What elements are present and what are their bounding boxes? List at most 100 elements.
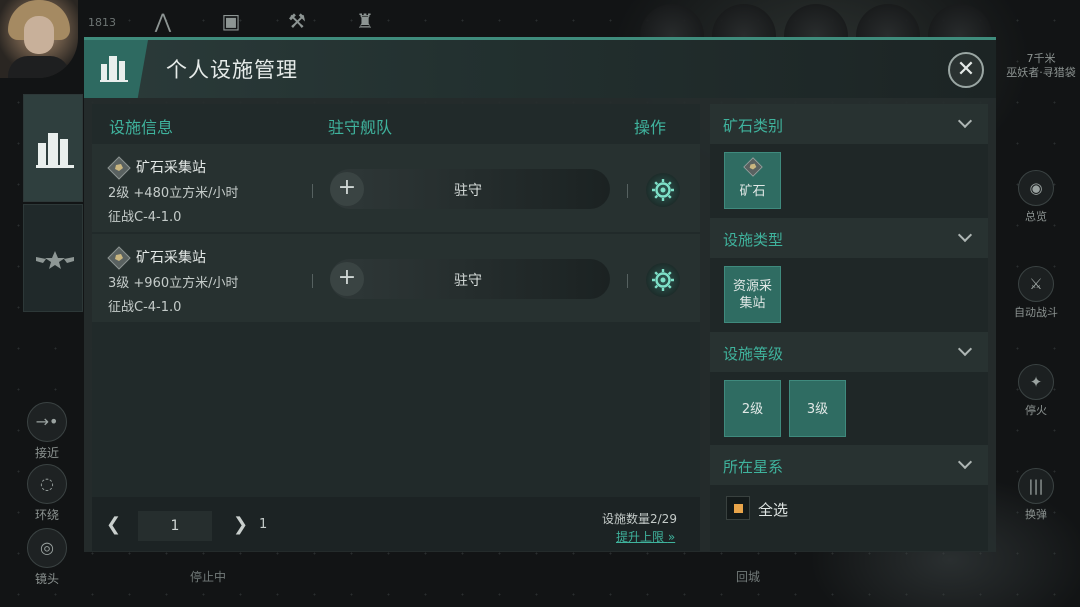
garrison-slot[interactable]: + 驻守 (330, 259, 610, 299)
page-input[interactable]: 1 (138, 511, 212, 541)
prev-page-button[interactable]: ❮ (106, 514, 121, 535)
ammo-icon: ||| (1018, 468, 1054, 504)
ore-icon (107, 246, 131, 270)
page-title: 个人设施管理 (166, 58, 298, 82)
select-all-label: 全选 (758, 501, 789, 519)
facility-count: 设施数量2/29 (602, 512, 677, 526)
building-icon (36, 133, 74, 168)
next-page-button[interactable]: ❯ (233, 514, 248, 535)
orbit-button[interactable]: ◌ 环绕 (23, 464, 71, 523)
stop-status: 停止中 (190, 570, 227, 584)
filter-chip-ore[interactable]: 矿石 (724, 152, 781, 209)
approach-icon: →• (27, 402, 67, 442)
rank-wings-icon (36, 251, 74, 269)
filter-title: 设施等级 (723, 345, 784, 363)
column-action: 操作 (634, 118, 667, 137)
facility-name: 矿石采集站 (136, 250, 206, 266)
orbit-icon: ◌ (27, 464, 67, 504)
target-info[interactable]: 7千米 巫妖者·寻猎袋 (1004, 52, 1078, 80)
raise-limit-link[interactable]: 提升上限 » (616, 528, 675, 545)
overview-button[interactable]: ◉ 总览 (1012, 170, 1060, 224)
dialog-header: 个人设施管理 (84, 40, 996, 98)
target-name: 巫妖者·寻猎袋 (1006, 66, 1076, 79)
reload-button[interactable]: ||| 换弹 (1012, 468, 1060, 522)
settings-button[interactable] (646, 173, 680, 207)
distance-readout: 7千米 (1026, 52, 1056, 65)
divider (312, 184, 313, 198)
plus-icon: + (337, 265, 357, 290)
double-chevron-icon: » (667, 530, 676, 544)
factory-icon[interactable]: ♜ (350, 6, 380, 36)
filter-title: 矿石类别 (723, 117, 784, 135)
column-garrison: 驻守舰队 (328, 118, 393, 137)
ceasefire-button[interactable]: ✦ 停火 (1012, 364, 1060, 418)
column-info: 设施信息 (109, 118, 174, 137)
return-button[interactable]: 回城 (736, 568, 760, 585)
camera-button[interactable]: ◎ 镜头 (23, 528, 71, 587)
chip-label: 资源采集站 (732, 279, 772, 311)
facility-location: 征战C-4-1.0 (108, 300, 182, 315)
ore-icon (743, 157, 763, 177)
camera-icon: ◎ (27, 528, 67, 568)
chevron-down-icon (957, 227, 973, 243)
filter-star-system-header[interactable]: 所在星系 (710, 445, 988, 485)
chip-label: 2级 (741, 402, 764, 417)
crossed-swords-icon: ⚔ (1018, 266, 1054, 302)
fleet-icon[interactable]: ⋀ (148, 6, 178, 36)
divider (312, 274, 313, 288)
table-row[interactable]: 矿石采集站 3级 +960立方米/小时 征战C-4-1.0 + 驻守 (92, 234, 700, 322)
base-icon[interactable]: ▣ (216, 6, 246, 36)
pagination: ❮ 1 ❯ 1 设施数量2/29 提升上限 » (92, 497, 700, 551)
table-row[interactable]: 矿石采集站 2级 +480立方米/小时 征战C-4-1.0 + 驻守 (92, 144, 700, 232)
facility-level-output: 2级 +480立方米/小时 (108, 186, 239, 201)
building-icon (100, 56, 128, 82)
filter-chip-level-3[interactable]: 3级 (789, 380, 846, 437)
raise-limit-label: 提升上限 (616, 530, 665, 544)
close-icon: ✕ (956, 57, 976, 82)
chevron-down-icon (957, 113, 973, 129)
filter-ore-type-header[interactable]: 矿石类别 (710, 104, 988, 144)
header-icon-box (84, 40, 148, 98)
overview-label: 总览 (1025, 210, 1047, 223)
top-time: 1813 (88, 16, 116, 29)
auto-battle-button[interactable]: ⚔ 自动战斗 (1012, 266, 1060, 320)
checkbox-indicator (734, 504, 743, 513)
add-fleet-button[interactable]: + (330, 172, 364, 206)
filter-chip-level-2[interactable]: 2级 (724, 380, 781, 437)
gear-icon (652, 269, 674, 291)
divider (627, 274, 628, 288)
player-avatar[interactable] (0, 0, 78, 78)
settings-button[interactable] (646, 263, 680, 297)
chip-label: 3级 (806, 402, 829, 417)
garrison-label: 驻守 (454, 273, 482, 289)
ore-icon (107, 156, 131, 180)
page-total: 1 (259, 517, 268, 532)
close-button[interactable]: ✕ (948, 52, 984, 88)
chevron-down-icon (957, 454, 973, 470)
orbit-label: 环绕 (34, 508, 59, 522)
tab-rank[interactable] (23, 204, 83, 312)
filter-title: 所在星系 (723, 458, 784, 476)
auto-battle-label: 自动战斗 (1014, 306, 1058, 319)
hammer-icon[interactable]: ⚒ (282, 6, 312, 36)
filter-facility-type-header[interactable]: 设施类型 (710, 218, 988, 258)
facility-level-output: 3级 +960立方米/小时 (108, 276, 239, 291)
facility-location: 征战C-4-1.0 (108, 210, 182, 225)
eye-icon: ◉ (1018, 170, 1054, 206)
reload-label: 换弹 (1025, 508, 1047, 521)
facility-name: 矿石采集站 (136, 160, 206, 176)
garrison-slot[interactable]: + 驻守 (330, 169, 610, 209)
gear-icon (652, 179, 674, 201)
chevron-down-icon (957, 341, 973, 357)
filter-chip-resource-station[interactable]: 资源采集站 (724, 266, 781, 323)
add-fleet-button[interactable]: + (330, 262, 364, 296)
cannon-icon: ✦ (1018, 364, 1054, 400)
checkbox-box[interactable] (726, 496, 750, 520)
garrison-label: 驻守 (454, 183, 482, 199)
plus-icon: + (337, 175, 357, 200)
tab-facility[interactable] (23, 94, 83, 202)
ceasefire-label: 停火 (1025, 404, 1047, 417)
approach-button[interactable]: →• 接近 (23, 402, 71, 461)
filter-facility-level-header[interactable]: 设施等级 (710, 332, 988, 372)
filter-panel: 矿石类别 矿石 设施类型 资源采集站 设施等级 2级 3级 所在星系 全选 (710, 104, 988, 551)
